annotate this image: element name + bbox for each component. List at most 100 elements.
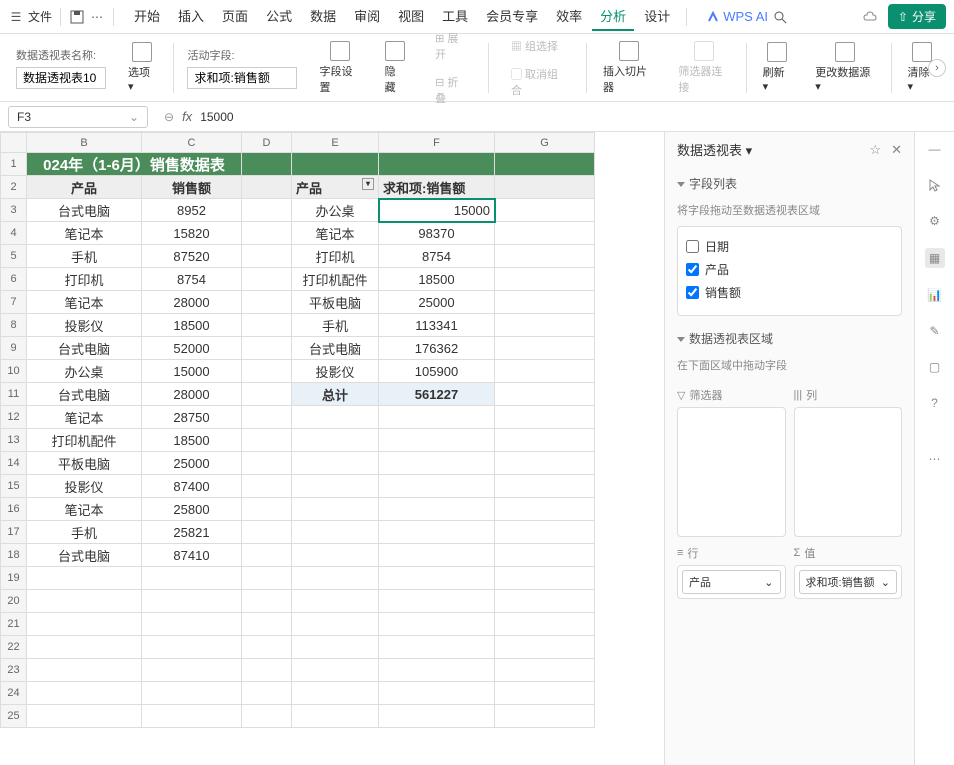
field-销售额[interactable]: 销售额 — [686, 281, 893, 304]
cell[interactable]: 投影仪 — [27, 314, 142, 337]
cell[interactable]: 15000 — [142, 360, 242, 383]
menu-icon[interactable]: ☰ — [8, 9, 24, 25]
menu-效率[interactable]: 效率 — [548, 2, 590, 31]
pivot-cell[interactable]: 平板电脑 — [292, 291, 379, 314]
settings-tool-icon[interactable]: ⚙ — [926, 212, 944, 230]
close-panel-icon[interactable]: ✕ — [891, 142, 902, 158]
row-header[interactable]: 19 — [1, 567, 27, 590]
field-list-box[interactable]: 日期产品销售额 — [677, 226, 902, 316]
row-header[interactable]: 1 — [1, 153, 27, 176]
row-header[interactable]: 3 — [1, 199, 27, 222]
field-settings-button[interactable]: 字段设置 — [311, 37, 368, 99]
cell[interactable] — [142, 567, 242, 590]
cell[interactable] — [27, 659, 142, 682]
cell[interactable] — [142, 682, 242, 705]
row-drop-zone[interactable]: 产品⌄ — [677, 565, 786, 599]
menu-审阅[interactable]: 审阅 — [346, 2, 388, 31]
spreadsheet-area[interactable]: BCDEFG1024年（1-6月）销售数据表2产品销售额产品▾求和项:销售额3台… — [0, 132, 664, 765]
cell-reference-box[interactable]: F3⌄ — [8, 106, 148, 128]
row-header[interactable]: 21 — [1, 613, 27, 636]
cell[interactable] — [142, 705, 242, 728]
cell[interactable]: 投影仪 — [27, 475, 142, 498]
cell[interactable]: 18500 — [142, 314, 242, 337]
cell[interactable]: 18500 — [142, 429, 242, 452]
cell[interactable]: 25821 — [142, 521, 242, 544]
col-header-C[interactable]: C — [142, 133, 242, 153]
value-drop-zone[interactable]: 求和项:销售额⌄ — [794, 565, 903, 599]
ribbon-expand-icon[interactable]: › — [928, 59, 946, 77]
pivot-name-input[interactable] — [16, 67, 106, 89]
pivot-cell[interactable]: 笔记本 — [292, 222, 379, 245]
file-menu[interactable]: 文件 — [28, 8, 52, 25]
area-header[interactable]: 数据透视表区域 — [677, 330, 902, 347]
cell[interactable]: 25000 — [142, 452, 242, 475]
row-area-item[interactable]: 产品⌄ — [682, 570, 781, 594]
cell[interactable] — [27, 567, 142, 590]
pivot-cell[interactable]: 打印机配件 — [292, 268, 379, 291]
cell[interactable] — [27, 705, 142, 728]
row-header[interactable]: 24 — [1, 682, 27, 705]
row-header[interactable]: 5 — [1, 245, 27, 268]
cell[interactable] — [27, 613, 142, 636]
menu-数据[interactable]: 数据 — [302, 2, 344, 31]
row-header[interactable]: 15 — [1, 475, 27, 498]
share-button[interactable]: ⇧ 分享 — [888, 4, 946, 29]
more-tools-icon[interactable]: ⋯ — [926, 450, 944, 468]
row-header[interactable]: 20 — [1, 590, 27, 613]
filter-drop-zone[interactable] — [677, 407, 786, 537]
hide-button[interactable]: 隐藏 — [377, 37, 414, 99]
pivot-cell[interactable]: 25000 — [379, 291, 495, 314]
selected-cell[interactable]: 15000 — [379, 199, 495, 222]
cell[interactable]: 台式电脑 — [27, 383, 142, 406]
refresh-button[interactable]: 刷新 ▾ — [755, 38, 800, 97]
row-header[interactable]: 9 — [1, 337, 27, 360]
cell[interactable] — [142, 659, 242, 682]
cell[interactable]: 笔记本 — [27, 498, 142, 521]
cell[interactable]: 打印机配件 — [27, 429, 142, 452]
cell[interactable]: 平板电脑 — [27, 452, 142, 475]
pivot-cell[interactable]: 105900 — [379, 360, 495, 383]
menu-分析[interactable]: 分析 — [592, 2, 634, 31]
row-header[interactable]: 17 — [1, 521, 27, 544]
cancel-icon[interactable]: ⊖ — [164, 110, 174, 124]
menu-设计[interactable]: 设计 — [636, 2, 678, 31]
col-header-B[interactable]: B — [27, 133, 142, 153]
layout-tool-icon[interactable]: ▢ — [926, 358, 944, 376]
col-header-F[interactable]: F — [379, 133, 495, 153]
pivot-cell[interactable]: 办公桌 — [292, 199, 379, 222]
cell[interactable]: 87520 — [142, 245, 242, 268]
cell[interactable]: 办公桌 — [27, 360, 142, 383]
value-area-item[interactable]: 求和项:销售额⌄ — [799, 570, 898, 594]
cell[interactable] — [142, 590, 242, 613]
chart-tool-icon[interactable]: 📊 — [926, 286, 944, 304]
cell[interactable]: 台式电脑 — [27, 199, 142, 222]
cell[interactable]: 手机 — [27, 245, 142, 268]
cell[interactable]: 28750 — [142, 406, 242, 429]
row-header[interactable]: 7 — [1, 291, 27, 314]
cell[interactable] — [27, 590, 142, 613]
menu-会员专享[interactable]: 会员专享 — [478, 2, 546, 31]
help-tool-icon[interactable]: ? — [926, 394, 944, 412]
cell[interactable]: 台式电脑 — [27, 544, 142, 567]
pivot-cell[interactable]: 98370 — [379, 222, 495, 245]
options-button[interactable]: 选项 ▾ — [120, 38, 165, 97]
pivot-cell[interactable]: 台式电脑 — [292, 337, 379, 360]
pivot-cell[interactable]: 打印机 — [292, 245, 379, 268]
fx-icon[interactable]: fx — [182, 109, 192, 124]
search-icon[interactable] — [772, 9, 788, 25]
row-header[interactable]: 25 — [1, 705, 27, 728]
field-list-header[interactable]: 字段列表 — [677, 175, 902, 192]
cell[interactable]: 笔记本 — [27, 406, 142, 429]
menu-公式[interactable]: 公式 — [258, 2, 300, 31]
wps-ai-button[interactable]: WPS AI — [707, 9, 768, 24]
cell[interactable]: 8952 — [142, 199, 242, 222]
field-产品[interactable]: 产品 — [686, 258, 893, 281]
cell[interactable] — [142, 613, 242, 636]
more-icon[interactable]: ⋯ — [89, 9, 105, 25]
column-drop-zone[interactable] — [794, 407, 903, 537]
pivot-cell[interactable]: 113341 — [379, 314, 495, 337]
field-checkbox[interactable] — [686, 240, 699, 253]
cell[interactable]: 笔记本 — [27, 291, 142, 314]
cell[interactable]: 87410 — [142, 544, 242, 567]
cursor-tool-icon[interactable] — [926, 176, 944, 194]
